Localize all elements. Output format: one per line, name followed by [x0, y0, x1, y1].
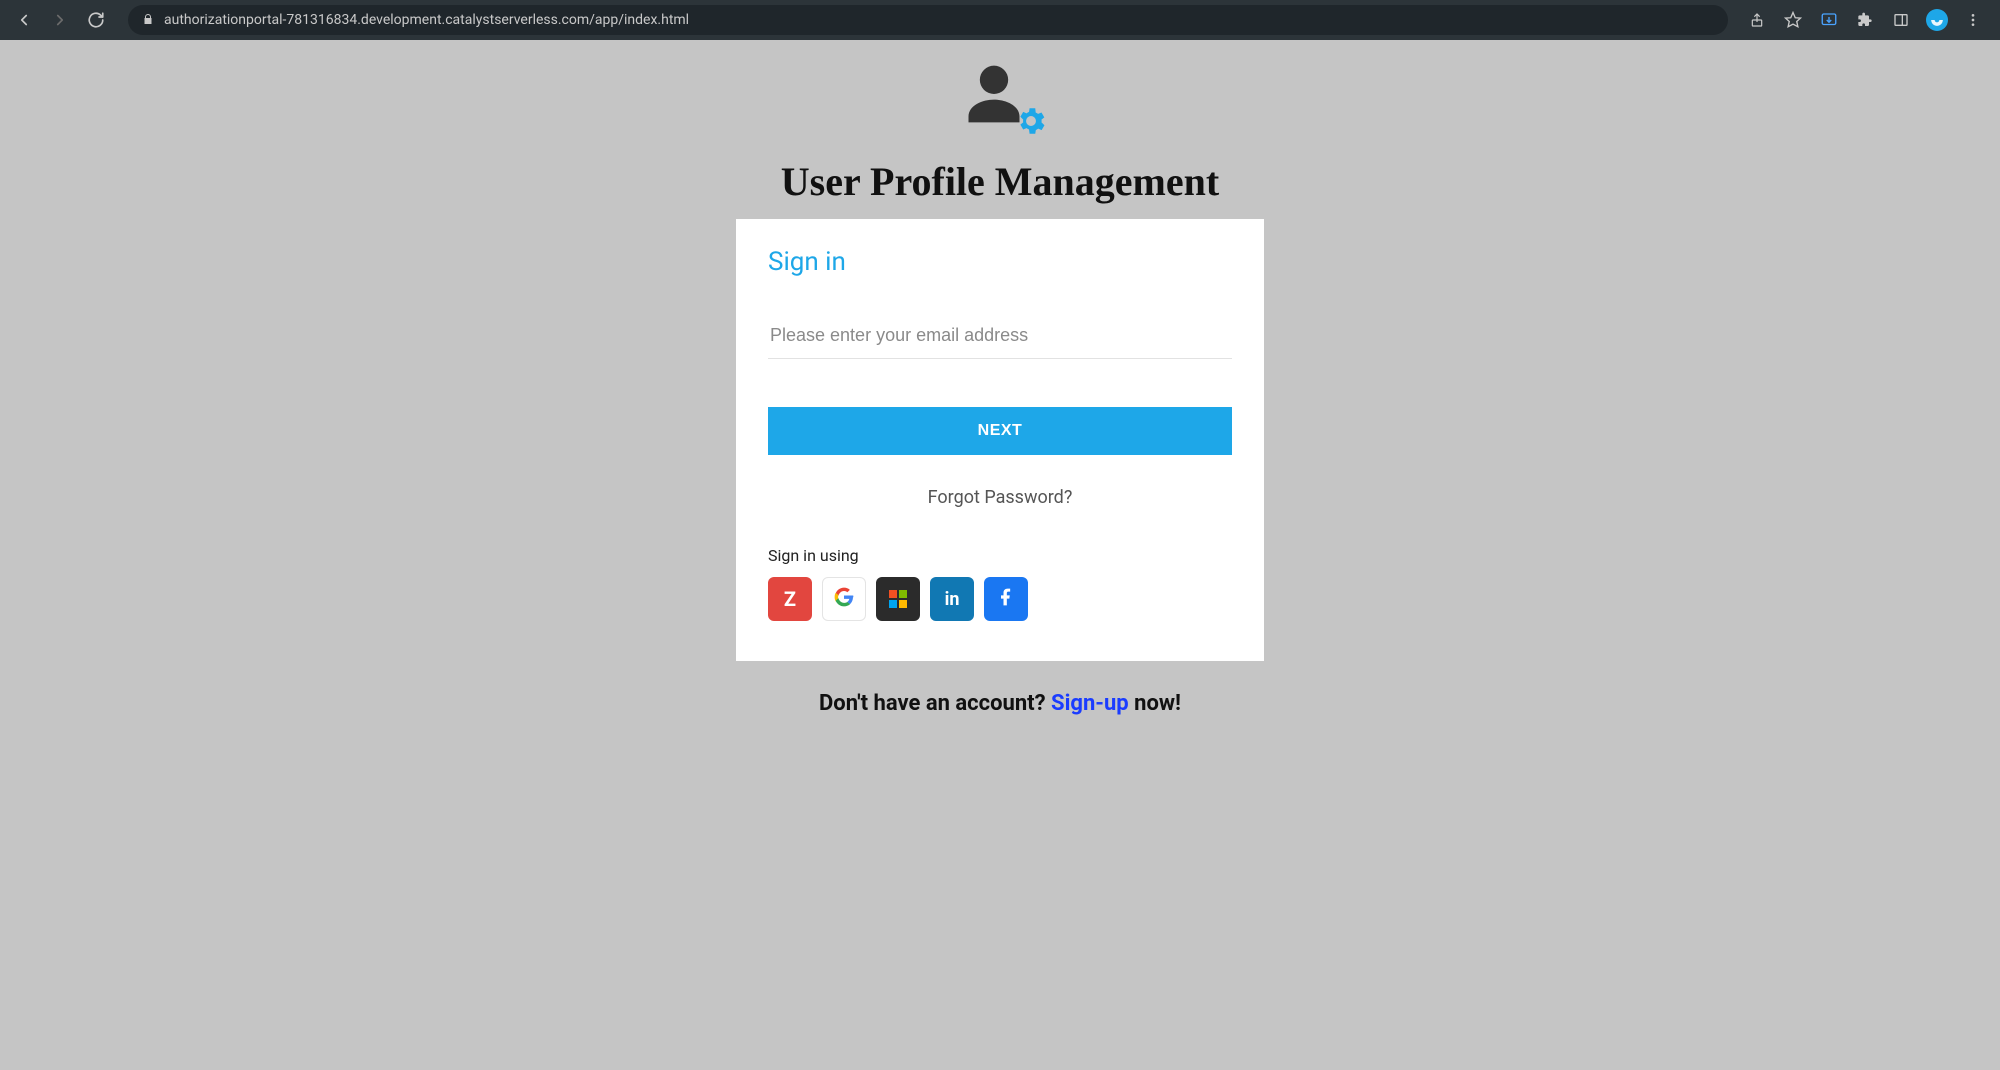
social-label: Sign in using [768, 546, 1232, 565]
panel-icon[interactable] [1890, 9, 1912, 31]
page-title: User Profile Management [781, 158, 1219, 205]
page-body: User Profile Management Sign in NEXT For… [0, 40, 2000, 1070]
microsoft-signin-button[interactable] [876, 577, 920, 621]
linkedin-signin-button[interactable]: in [930, 577, 974, 621]
install-app-icon[interactable] [1818, 9, 1840, 31]
forward-button[interactable] [46, 6, 74, 34]
bookmark-star-icon[interactable] [1782, 9, 1804, 31]
social-signin-row: Z in [768, 577, 1232, 621]
share-icon[interactable] [1746, 9, 1768, 31]
profile-avatar[interactable] [1926, 9, 1948, 31]
browser-toolbar: authorizationportal-781316834.developmen… [0, 0, 2000, 40]
signup-link[interactable]: Sign-up [1051, 691, 1129, 716]
reload-button[interactable] [82, 6, 110, 34]
browser-right-icons [1746, 9, 1990, 31]
kebab-menu-icon[interactable] [1962, 9, 1984, 31]
gear-icon [1014, 104, 1048, 142]
lock-icon [142, 13, 154, 28]
address-bar[interactable]: authorizationportal-781316834.developmen… [128, 5, 1728, 35]
email-input[interactable] [768, 319, 1232, 359]
facebook-icon [996, 587, 1016, 611]
extensions-icon[interactable] [1854, 9, 1876, 31]
microsoft-icon [889, 590, 907, 608]
zoho-icon: Z [784, 587, 796, 611]
next-button[interactable]: NEXT [768, 407, 1232, 455]
signin-card: Sign in NEXT Forgot Password? Sign in us… [736, 219, 1264, 661]
signup-suffix: now! [1129, 691, 1181, 716]
facebook-signin-button[interactable] [984, 577, 1028, 621]
google-icon [834, 587, 854, 611]
google-signin-button[interactable] [822, 577, 866, 621]
signup-line: Don't have an account? Sign-up now! [819, 691, 1181, 716]
zoho-signin-button[interactable]: Z [768, 577, 812, 621]
url-text: authorizationportal-781316834.developmen… [164, 12, 689, 28]
signin-heading: Sign in [768, 247, 1232, 277]
forgot-password-link[interactable]: Forgot Password? [768, 487, 1232, 508]
back-button[interactable] [10, 6, 38, 34]
signup-prefix: Don't have an account? [819, 691, 1051, 716]
linkedin-icon: in [945, 589, 960, 610]
app-logo [960, 58, 1040, 136]
